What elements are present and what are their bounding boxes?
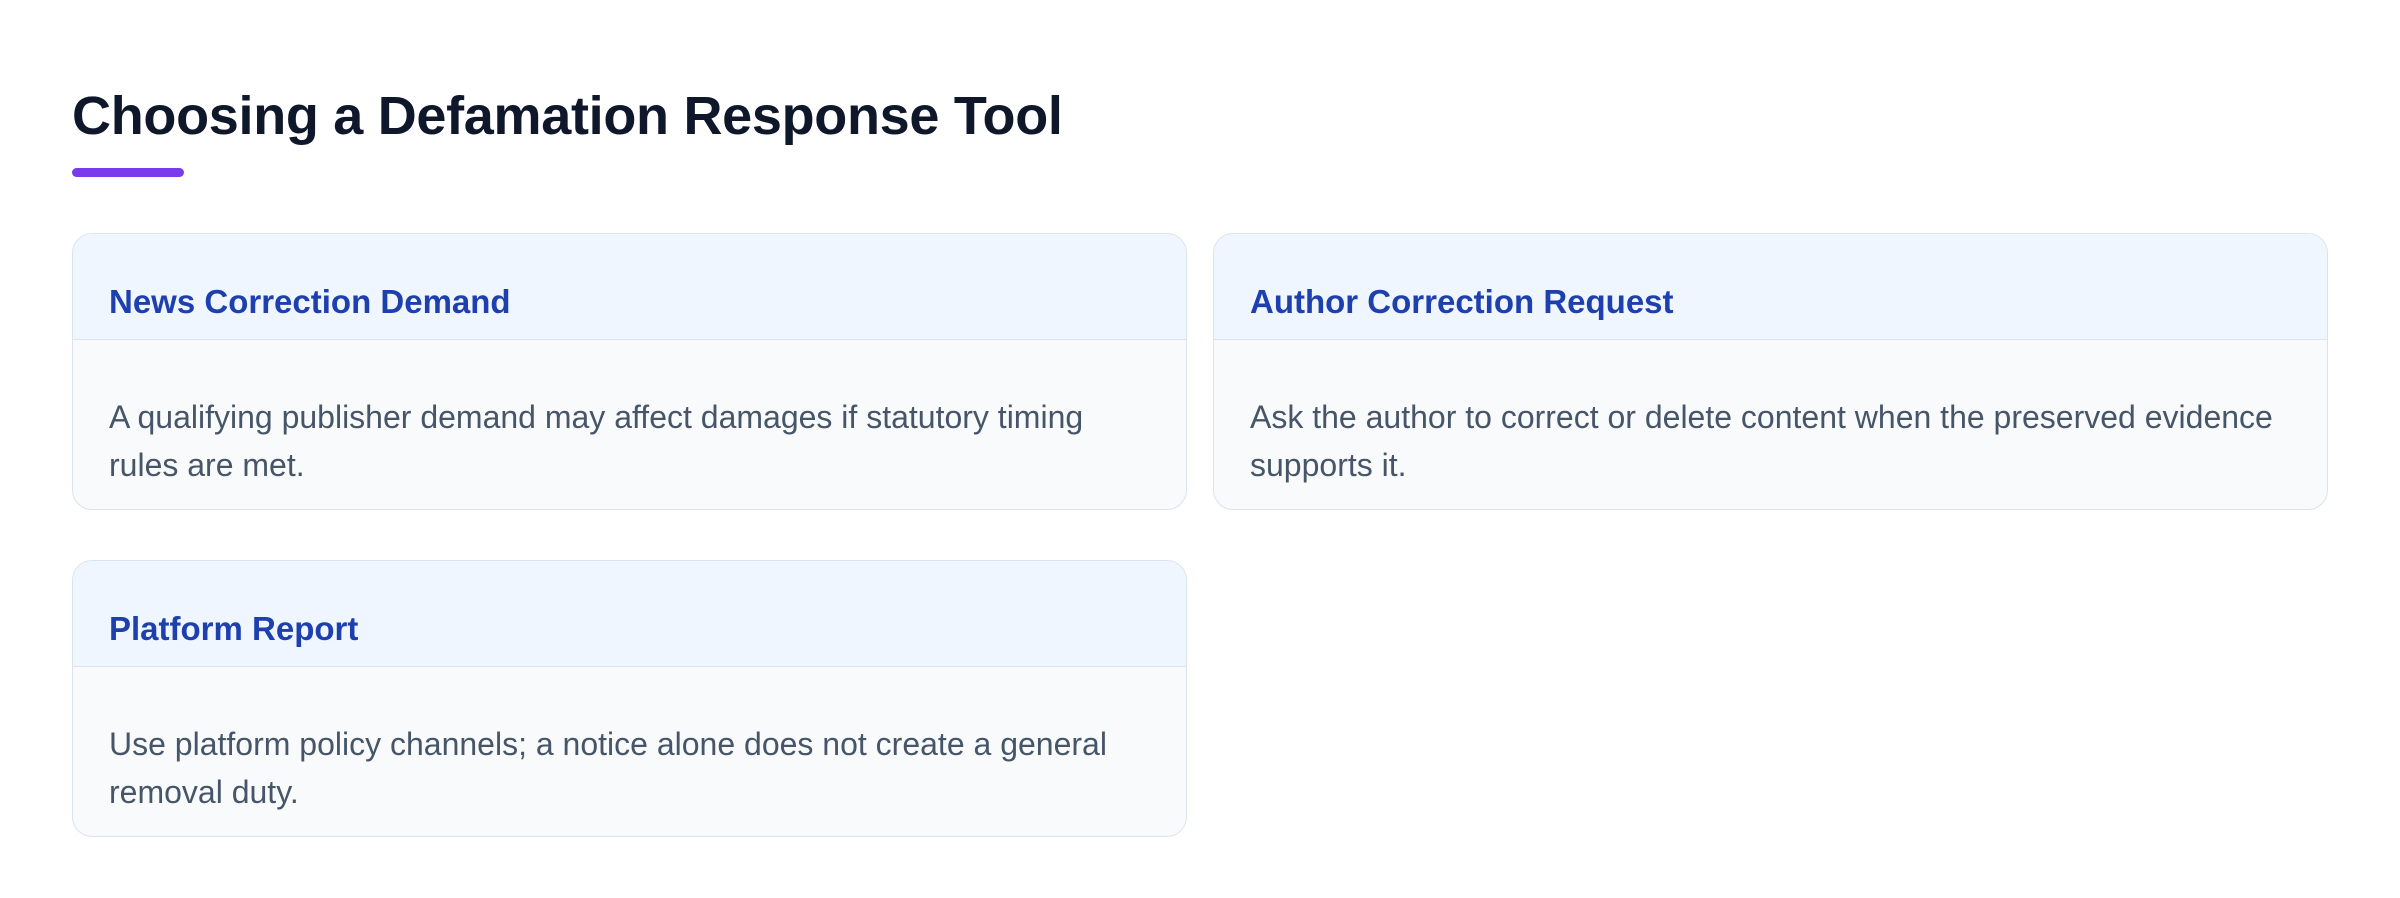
card-title: Author Correction Request xyxy=(1250,283,1674,320)
card-news-correction-demand: News Correction Demand A qualifying publ… xyxy=(72,233,1187,510)
card-description: Ask the author to correct or delete cont… xyxy=(1250,399,2273,483)
card-description: Use platform policy channels; a notice a… xyxy=(109,726,1107,810)
page: Choosing a Defamation Response Tool News… xyxy=(0,0,2400,898)
card-body: Ask the author to correct or delete cont… xyxy=(1214,340,2327,489)
card-author-correction-request: Author Correction Request Ask the author… xyxy=(1213,233,2328,510)
card-header: Author Correction Request xyxy=(1214,234,2327,340)
card-grid: News Correction Demand A qualifying publ… xyxy=(72,233,2328,837)
page-title: Choosing a Defamation Response Tool xyxy=(72,86,1063,146)
card-body: A qualifying publisher demand may affect… xyxy=(73,340,1186,489)
card-title: News Correction Demand xyxy=(109,283,511,320)
card-title: Platform Report xyxy=(109,610,359,647)
title-underline xyxy=(72,168,184,177)
card-header: Platform Report xyxy=(73,561,1186,667)
card-header: News Correction Demand xyxy=(73,234,1186,340)
card-description: A qualifying publisher demand may affect… xyxy=(109,399,1084,483)
card-body: Use platform policy channels; a notice a… xyxy=(73,667,1186,816)
card-platform-report: Platform Report Use platform policy chan… xyxy=(72,560,1187,837)
